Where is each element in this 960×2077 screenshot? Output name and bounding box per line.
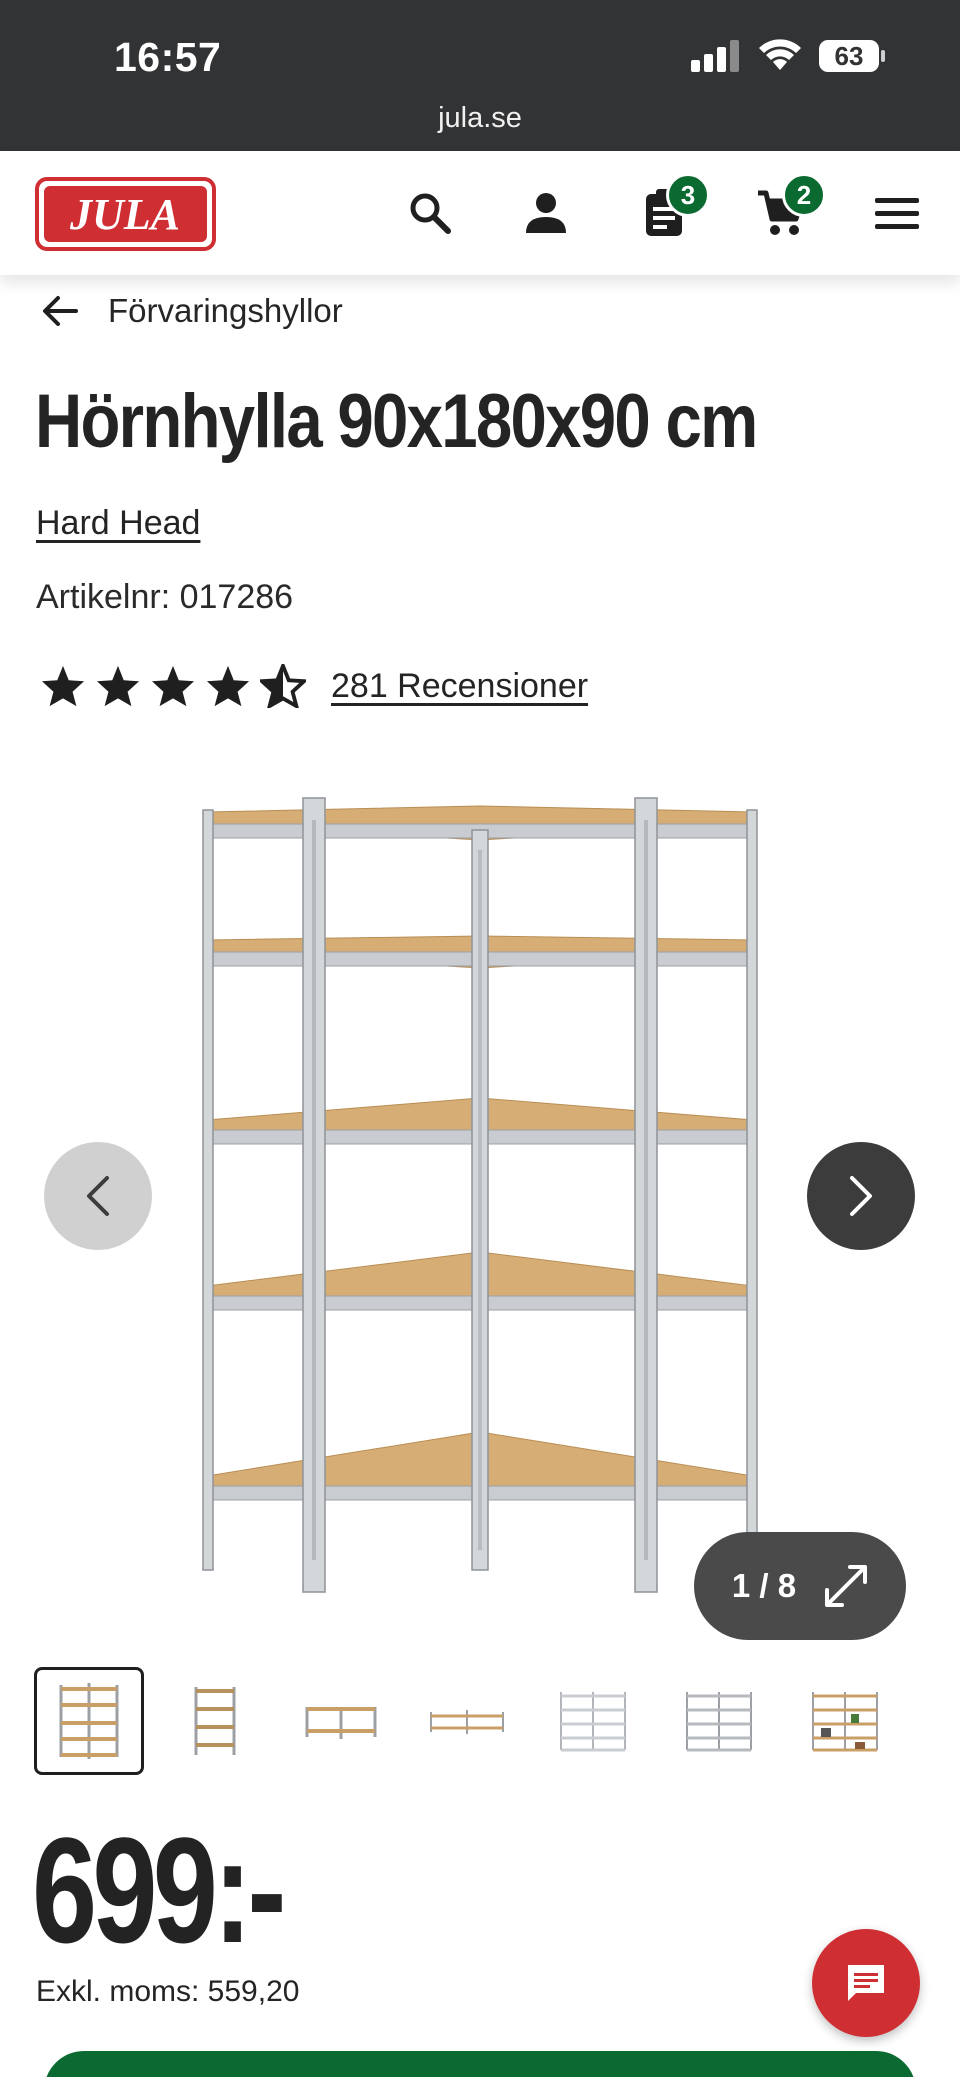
logo-text: JULA [69,190,180,239]
product-gallery: 1 / 8 [0,770,960,1640]
article-number: Artikelnr: 017286 [36,578,294,616]
half-star-icon [260,664,306,708]
thumbnail-1[interactable] [34,1667,144,1775]
signal-icon [691,40,739,72]
product-title: Hörnhylla 90x180x90 cm [35,379,758,464]
thumbnail-image [430,1710,504,1734]
breadcrumb-label: Förvaringshyllor [108,292,343,329]
chat-button[interactable] [812,1929,920,2037]
search-icon [410,193,451,234]
browser-url[interactable]: jula.se [0,102,960,135]
thumbnail-4[interactable] [412,1667,522,1775]
jula-logo[interactable]: JULA [35,177,216,251]
thumbnail-7[interactable] [790,1667,900,1775]
reviews-link[interactable]: 281 Recensioner [331,667,588,706]
thumbnail-image [305,1707,377,1739]
list-badge: 3 [666,173,710,217]
thumbnail-image [194,1687,236,1755]
image-counter-fullscreen-button[interactable]: 1 / 8 [694,1532,906,1640]
expand-icon [825,1565,868,1607]
star-icon [96,665,140,707]
shopping-list-button[interactable]: 3 [636,173,710,241]
search-button[interactable] [402,185,458,241]
product-rating[interactable]: 281 Recensioner [40,664,588,708]
product-image-corner-shelf[interactable] [195,790,765,1610]
chevron-left-icon [87,1176,109,1216]
wifi-icon [759,39,801,70]
chevron-right-icon [850,1176,872,1216]
price-excl-vat: Exkl. moms: 559,20 [36,1975,300,2008]
star-icon [151,665,195,707]
user-icon [526,193,566,233]
thumbnail-image [560,1692,626,1752]
add-to-cart-button[interactable] [44,2051,916,2077]
cart-badge: 2 [782,173,826,217]
thumbnail-image [812,1692,878,1752]
thumbnail-5[interactable] [538,1667,648,1775]
thumbnail-6[interactable] [664,1667,774,1775]
thumbnail-2[interactable] [160,1667,270,1775]
image-counter: 1 / 8 [731,1567,797,1604]
chat-icon [848,1965,884,2001]
menu-button[interactable] [869,185,925,241]
previous-image-button[interactable] [44,1142,152,1250]
site-header: JULA 3 2 [0,151,960,275]
star-icon [41,665,85,707]
account-button[interactable] [518,185,574,241]
rating-stars [40,664,306,708]
arrow-left-icon [43,296,78,326]
menu-icon [875,198,919,229]
status-time: 16:57 [114,34,222,80]
thumbnail-strip [34,1667,900,1775]
status-bar: 16:57 63 jula.se [0,0,960,151]
thumbnail-3[interactable] [286,1667,396,1775]
battery-level: 63 [835,41,864,71]
cart-button[interactable]: 2 [752,173,826,241]
next-image-button[interactable] [807,1142,915,1250]
thumbnail-image [686,1692,752,1752]
breadcrumb-back-link[interactable]: Förvaringshyllor [42,290,343,332]
product-price: 699:- [32,1806,286,1974]
brand-link[interactable]: Hard Head [36,504,200,543]
star-icon [206,665,250,707]
battery-icon: 63 [819,40,885,72]
thumbnail-image [59,1683,119,1759]
